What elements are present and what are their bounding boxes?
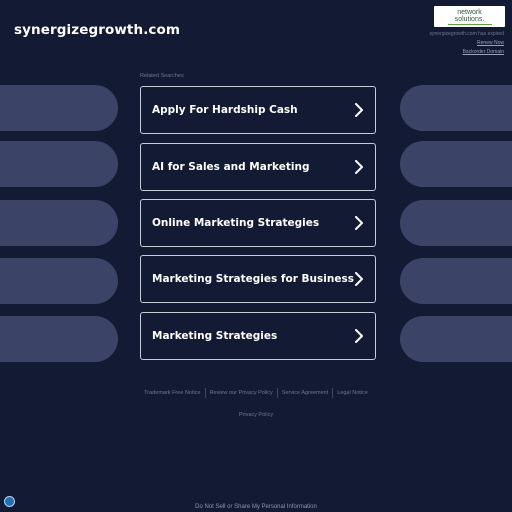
domain-title: synergizegrowth.com bbox=[14, 22, 181, 38]
chevron-right-icon bbox=[355, 329, 363, 343]
chevron-right-icon bbox=[355, 216, 363, 230]
search-item-label: Apply For Hardship Cash bbox=[152, 104, 298, 116]
trademark-free-notice-link[interactable]: Trademark Free Notice bbox=[140, 390, 204, 396]
privacy-policy-link[interactable]: Privacy Policy bbox=[0, 412, 512, 418]
search-item-label: Online Marketing Strategies bbox=[152, 217, 320, 229]
decorative-pill-left-3 bbox=[0, 200, 118, 246]
search-item-marketing-strategies[interactable]: Marketing Strategies bbox=[140, 312, 376, 360]
decorative-pill-right-2 bbox=[400, 141, 512, 187]
chevron-right-icon bbox=[355, 160, 363, 174]
decorative-pill-right-4 bbox=[400, 258, 512, 304]
chevron-right-icon bbox=[355, 272, 363, 286]
search-item-ai-for-sales-and-marketing[interactable]: AI for Sales and Marketing bbox=[140, 143, 376, 191]
search-item-label: Marketing Strategies bbox=[152, 330, 278, 342]
decorative-pill-left-4 bbox=[0, 258, 118, 304]
service-agreement-link[interactable]: Service Agreement bbox=[278, 390, 332, 396]
decorative-pill-left-2 bbox=[0, 141, 118, 187]
privacy-policy-review-link[interactable]: Review our Privacy Policy bbox=[206, 390, 277, 396]
search-item-online-marketing-strategies[interactable]: Online Marketing Strategies bbox=[140, 199, 376, 247]
search-item-label: AI for Sales and Marketing bbox=[152, 161, 310, 173]
decorative-pill-left-5 bbox=[0, 316, 118, 362]
logo-line-1: network bbox=[457, 8, 482, 16]
do-not-sell-link[interactable]: Do Not Sell or Share My Personal Informa… bbox=[0, 504, 512, 510]
decorative-pill-right-1 bbox=[400, 85, 512, 131]
expire-info: synergizegrowth.com has expired Renew No… bbox=[430, 30, 504, 57]
search-item-marketing-strategies-for-business[interactable]: Marketing Strategies for Business bbox=[140, 255, 376, 303]
network-solutions-logo[interactable]: network solutions. bbox=[434, 6, 505, 27]
decorative-pill-right-3 bbox=[400, 200, 512, 246]
search-item-apply-for-hardship-cash[interactable]: Apply For Hardship Cash bbox=[140, 86, 376, 134]
related-searches-label: Related Searches bbox=[140, 73, 184, 79]
logo-underline bbox=[447, 23, 492, 25]
footer-links: Trademark Free Notice Review our Privacy… bbox=[0, 388, 512, 398]
renew-now-link[interactable]: Renew Now bbox=[430, 39, 504, 48]
chevron-right-icon bbox=[355, 103, 363, 117]
legal-notice-link[interactable]: Legal Notice bbox=[333, 390, 372, 396]
search-item-label: Marketing Strategies for Business bbox=[152, 273, 354, 285]
decorative-pill-right-5 bbox=[400, 316, 512, 362]
decorative-pill-left-1 bbox=[0, 85, 118, 131]
logo-line-2: solutions. bbox=[454, 15, 485, 23]
page: synergizegrowth.com network solutions. s… bbox=[0, 0, 512, 512]
backorder-domain-link[interactable]: Backorder Domain bbox=[430, 48, 504, 57]
expire-message: synergizegrowth.com has expired bbox=[429, 31, 504, 37]
